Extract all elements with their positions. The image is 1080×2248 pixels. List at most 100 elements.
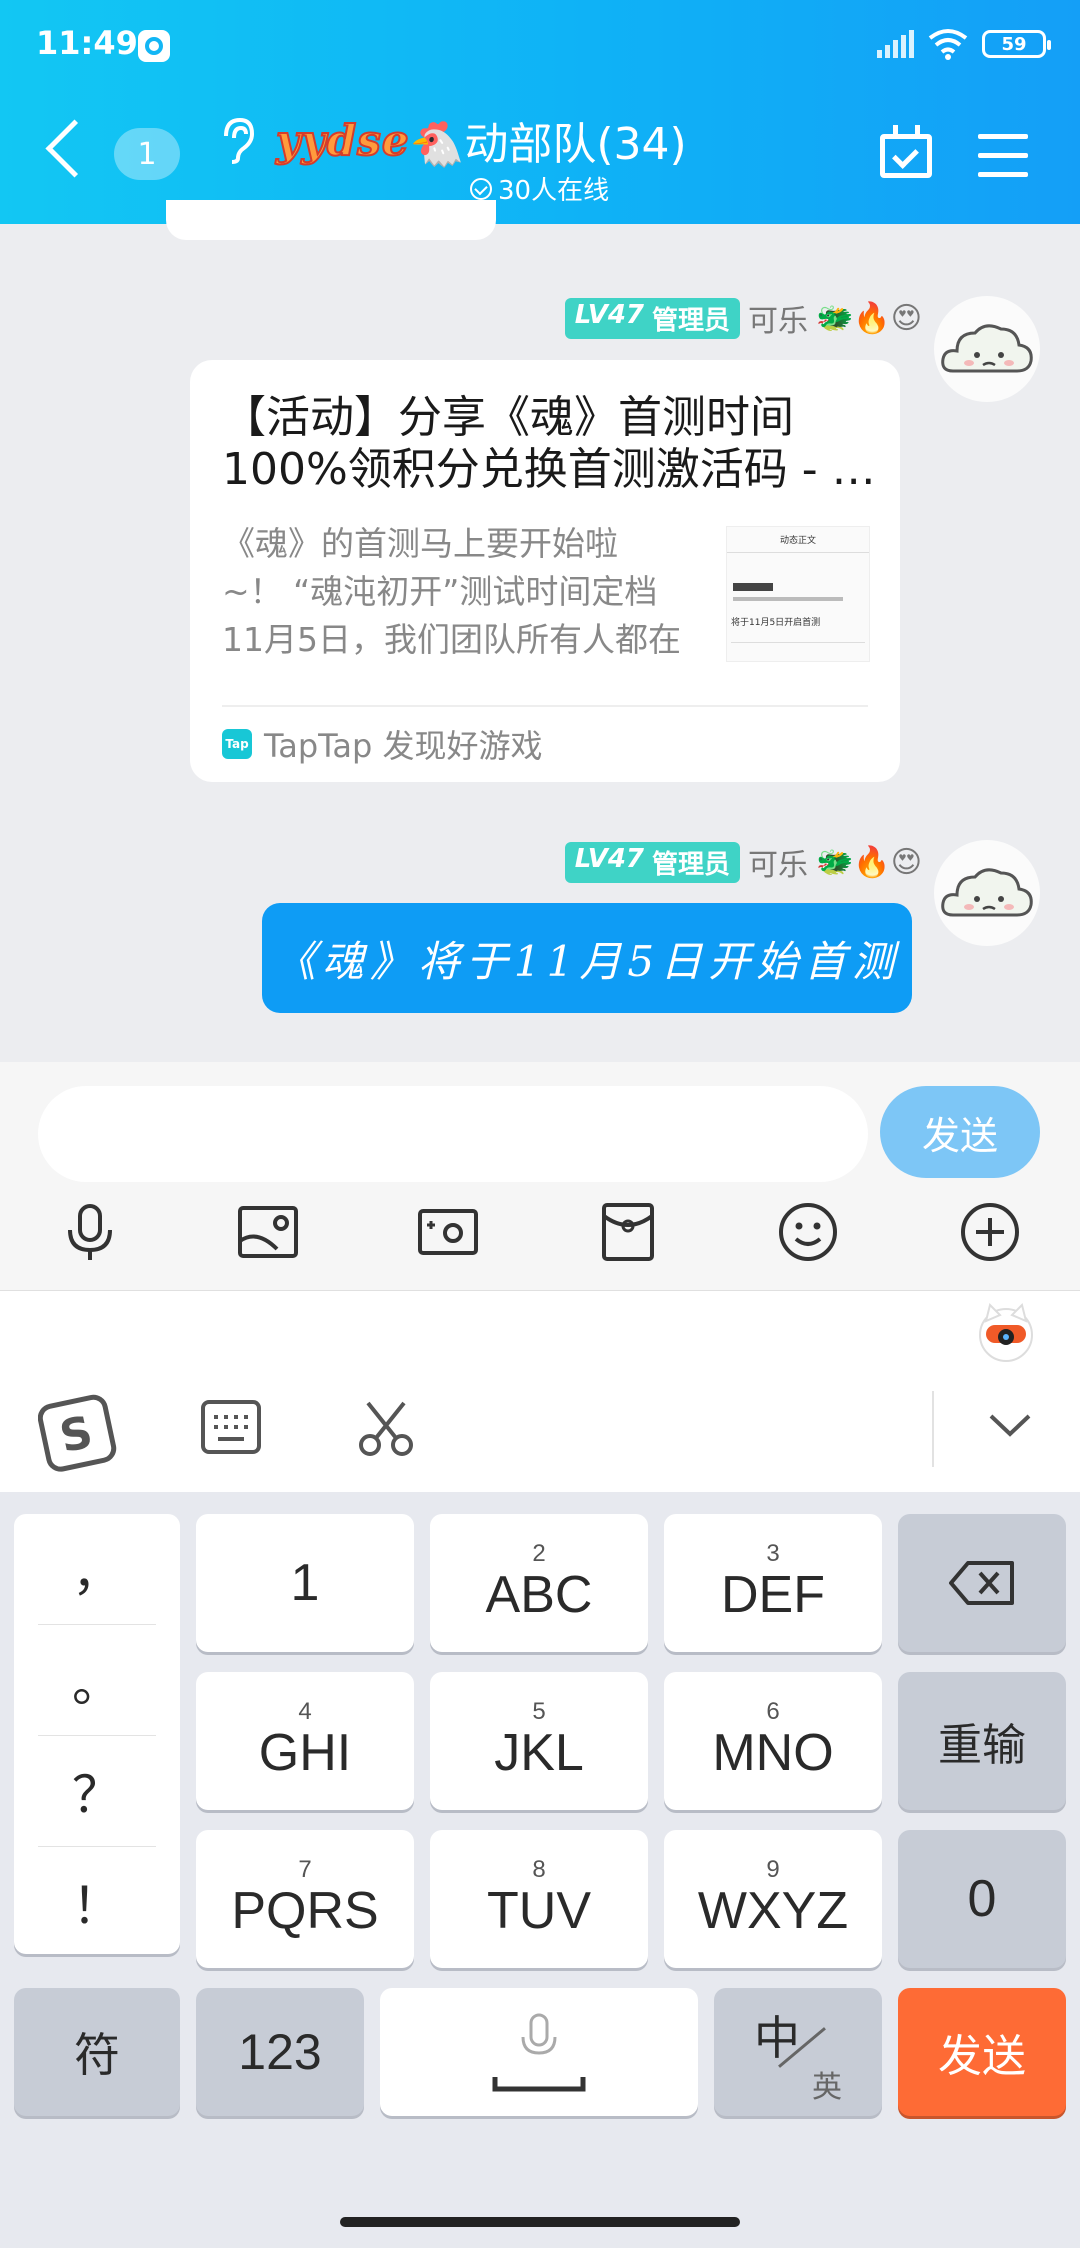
key-number: 3	[766, 1540, 780, 1567]
link-card-source: Tap TapTap 发现好游戏	[222, 705, 868, 767]
key-4[interactable]: 4 GHI	[196, 1672, 414, 1810]
toolbar-divider	[932, 1391, 934, 1467]
role-text: 管理员	[652, 305, 731, 336]
retype-key[interactable]: 重输	[898, 1672, 1066, 1810]
keyboard-switch-icon[interactable]	[200, 1399, 262, 1459]
punctuation-column[interactable]: ， 。 ？ ！	[14, 1514, 180, 1954]
image-button[interactable]	[236, 1200, 300, 1264]
key-letters: MNO	[712, 1724, 834, 1782]
calendar-check-icon[interactable]	[880, 125, 932, 178]
collapse-keyboard-icon[interactable]	[988, 1411, 1032, 1443]
voice-space-icon	[492, 2013, 586, 2092]
key-7[interactable]: 7 PQRS	[196, 1830, 414, 1968]
chat-header: 11:49 59 1 yydse 🐔动部队(34) 30人在线	[0, 0, 1080, 224]
level-badge: LV47 管理员	[564, 297, 741, 339]
key-letters: 1	[290, 1554, 320, 1612]
level-badge: LV47 管理员	[564, 841, 741, 883]
key-number: 9	[766, 1856, 780, 1883]
level-text: LV47	[574, 299, 644, 330]
sender-name[interactable]: 可乐	[748, 840, 808, 884]
key-1[interactable]: 1	[196, 1514, 414, 1652]
numbers-key[interactable]: 123	[196, 1988, 364, 2116]
image-icon	[238, 1206, 298, 1258]
key-letters: TUV	[487, 1882, 591, 1940]
punct-key-question[interactable]: ？	[38, 1736, 156, 1847]
keyboard-send-key[interactable]: 发送	[898, 1988, 1066, 2116]
scissors-icon[interactable]	[356, 1399, 416, 1463]
composer: 发送	[0, 1062, 1080, 1290]
link-card-desc-line: 《魂》的首测马上要开始啦	[222, 524, 618, 563]
link-card-title: 【活动】分享《魂》首测时间 100%领积分兑换首测激活码 - TapTap	[222, 392, 878, 496]
home-indicator[interactable]	[340, 2217, 740, 2227]
link-card-source-text: TapTap 发现好游戏	[264, 727, 543, 765]
status-indicators: 59	[877, 28, 1051, 60]
ime-toolbar: S	[0, 1290, 1080, 1493]
lang-main: 中	[754, 2012, 800, 2064]
smiley-icon	[779, 1203, 837, 1261]
red-packet-button[interactable]	[596, 1200, 660, 1264]
menu-icon[interactable]	[978, 134, 1028, 191]
thumbnail-caption: 将于11月5日开启首测	[731, 618, 821, 628]
key-number: 7	[298, 1856, 312, 1883]
sender-meta: LV47 管理员 可乐 🐲🔥😍	[564, 296, 922, 340]
language-switch-key[interactable]: 中 英	[714, 1988, 882, 2116]
backspace-key[interactable]	[898, 1514, 1066, 1652]
group-title-text: 🐔动部队(34)	[409, 119, 687, 170]
previous-message-bubble[interactable]	[166, 200, 496, 240]
avatar[interactable]	[934, 840, 1040, 946]
sender-name[interactable]: 可乐	[748, 296, 808, 340]
key-number: 8	[532, 1856, 546, 1883]
message-input[interactable]	[38, 1086, 868, 1182]
link-card[interactable]: 【活动】分享《魂》首测时间 100%领积分兑换首测激活码 - TapTap 《魂…	[190, 360, 900, 782]
key-letters: GHI	[258, 1724, 352, 1782]
ime-mascot-icon[interactable]	[976, 1301, 1036, 1367]
sender-emojis: 🐲🔥😍	[816, 300, 922, 336]
key-2[interactable]: 2 ABC	[430, 1514, 648, 1652]
sender-emojis: 🐲🔥😍	[816, 844, 922, 880]
key-letters: DEF	[721, 1566, 825, 1624]
key-6[interactable]: 6 MNO	[664, 1672, 882, 1810]
symbols-key[interactable]: 符	[14, 1988, 180, 2116]
punct-key-comma[interactable]: ，	[38, 1514, 156, 1625]
key-letters: WXYZ	[697, 1882, 849, 1940]
back-button[interactable]	[45, 119, 104, 178]
key-number: 5	[532, 1698, 546, 1725]
key-number: 6	[766, 1698, 780, 1725]
link-card-title-line: 100%领积分兑换首测激活码 - TapTap	[222, 444, 878, 495]
key-8[interactable]: 8 TUV	[430, 1830, 648, 1968]
key-0[interactable]: 0	[898, 1830, 1066, 1968]
sogou-logo-icon[interactable]: S	[37, 1393, 118, 1477]
key-letters: PQRS	[231, 1882, 379, 1940]
ear-icon[interactable]	[216, 116, 256, 164]
link-card-title-line: 【活动】分享《魂》首测时间	[222, 392, 794, 443]
space-key[interactable]	[380, 1988, 698, 2116]
wifi-icon	[928, 29, 968, 60]
plus-circle-icon	[961, 1203, 1019, 1261]
taptap-logo-icon: Tap	[222, 729, 252, 759]
camera-icon	[418, 1209, 478, 1255]
key-9[interactable]: 9 WXYZ	[664, 1830, 882, 1968]
key-letters: JKL	[494, 1724, 584, 1782]
battery-level: 59	[1001, 33, 1027, 55]
voice-button[interactable]	[58, 1200, 122, 1264]
punct-key-period[interactable]: 。	[38, 1625, 156, 1736]
camera-button[interactable]	[416, 1200, 480, 1264]
red-packet-icon	[602, 1203, 654, 1261]
key-number: 4	[298, 1698, 312, 1725]
online-count: 30人在线	[498, 176, 610, 206]
link-card-thumbnail: 动态正文 将于11月5日开启首测	[726, 526, 870, 662]
punct-key-exclaim[interactable]: ！	[38, 1847, 156, 1957]
signal-icon	[877, 30, 914, 58]
group-title-badge: yydse	[275, 115, 410, 166]
key-5[interactable]: 5 JKL	[430, 1672, 648, 1810]
group-title[interactable]: yydse 🐔动部队(34)	[275, 108, 687, 172]
status-time: 11:49	[36, 24, 138, 62]
text-message-bubble[interactable]: 《魂》将于11月5日开始首测	[262, 903, 912, 1013]
key-3[interactable]: 3 DEF	[664, 1514, 882, 1652]
emoji-button[interactable]	[776, 1200, 840, 1264]
avatar[interactable]	[934, 296, 1040, 402]
more-button[interactable]	[958, 1200, 1022, 1264]
unread-count-badge[interactable]: 1	[114, 128, 180, 180]
send-button[interactable]: 发送	[880, 1086, 1040, 1178]
role-text: 管理员	[652, 849, 731, 880]
